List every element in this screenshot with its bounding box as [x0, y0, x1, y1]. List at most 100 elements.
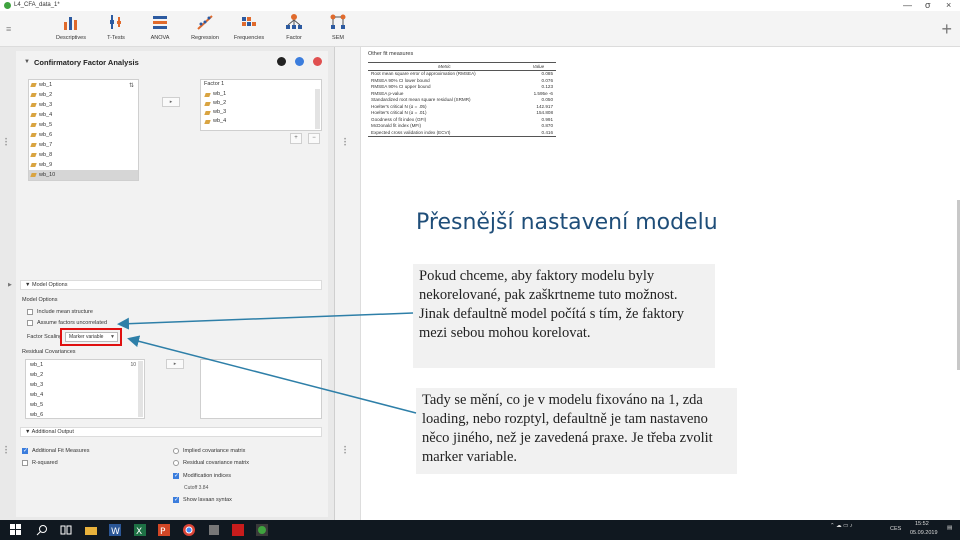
list-item[interactable]: wb_1	[26, 360, 144, 370]
list-item[interactable]: wb_5	[26, 400, 144, 410]
scale-variable-icon	[30, 153, 37, 157]
maximize-button[interactable]: σ	[925, 0, 931, 11]
modification-indices-checkbox[interactable]	[173, 472, 179, 479]
ribbon-regression[interactable]: Regression	[180, 13, 230, 41]
excel-icon[interactable]: X	[134, 524, 146, 536]
implied-cov-label: Implied covariance matrix	[183, 448, 246, 454]
jasp-taskbar-icon[interactable]	[256, 524, 268, 536]
scale-variable-icon	[30, 143, 37, 147]
ribbon-label: Frequencies	[233, 35, 265, 41]
panel-splitter[interactable]: • • • • • •	[335, 47, 361, 520]
additional-fit-checkbox[interactable]	[22, 447, 28, 454]
variable-label: wb_2	[39, 92, 53, 98]
section-title: Model Options	[31, 282, 68, 288]
ribbon-sem[interactable]: SEM	[313, 13, 363, 41]
list-item[interactable]: wb_6	[29, 130, 138, 140]
residual-variables-list[interactable]: wb_1 wb_2 wb_3 wb_4 wb_5 wb_6 10	[25, 359, 145, 419]
ribbon-anova[interactable]: ANOVA	[135, 13, 185, 41]
cutoff-field[interactable]: Cutoff 3.84	[184, 483, 244, 493]
ribbon-descriptives[interactable]: Descriptives	[46, 13, 96, 41]
implied-cov-checkbox[interactable]	[173, 448, 179, 454]
tray-icons[interactable]: ⌃ ☁ ▭ ♪	[830, 523, 853, 529]
clock-date[interactable]: 05.09.2019	[910, 530, 938, 536]
list-item[interactable]: wb_1	[29, 80, 138, 90]
variable-label: wb_4	[39, 112, 53, 118]
scrollbar[interactable]	[138, 361, 143, 417]
ribbon-factor[interactable]: Factor	[269, 13, 319, 41]
variable-label: wb_5	[39, 122, 53, 128]
residual-covariances-box[interactable]	[200, 359, 322, 419]
show-lavaan-label: Show lavaan syntax	[183, 497, 232, 503]
grip-icon[interactable]: • • •	[5, 137, 10, 149]
list-item[interactable]: wb_4	[26, 390, 144, 400]
r-squared-checkbox[interactable]	[22, 460, 28, 466]
show-lavaan-checkbox[interactable]	[173, 496, 179, 503]
variables-list[interactable]: ⇅ wb_1 wb_2 wb_3 wb_4 wb_5 wb_6 wb_7 wb_…	[28, 79, 139, 181]
scale-variable-icon	[30, 163, 37, 167]
modification-indices-label: Modification indices	[183, 473, 231, 479]
list-item[interactable]: wb_3	[203, 108, 313, 117]
table-row: Expected cross validation index (ECVI) 0.…	[368, 129, 556, 137]
list-item[interactable]: wb_5	[29, 120, 138, 130]
residual-cov-checkbox[interactable]	[173, 460, 179, 466]
variable-label: wb_9	[39, 162, 53, 168]
list-item[interactable]: wb_2	[26, 370, 144, 380]
variable-label: wb_1	[39, 82, 53, 88]
chrome-icon[interactable]	[183, 524, 195, 536]
additional-output-header[interactable]: ▼ Additional Output	[20, 427, 322, 437]
list-item[interactable]: wb_1	[203, 90, 313, 99]
factor-1-box[interactable]: Factor 1 wb_1 wb_2 wb_3 wb_4	[200, 79, 322, 131]
remove-factor-button[interactable]: −	[308, 133, 320, 144]
search-icon[interactable]	[36, 524, 48, 536]
model-options-header[interactable]: ▼ Model Options	[20, 280, 322, 290]
add-module-button[interactable]: +	[941, 19, 952, 40]
word-icon[interactable]: W	[109, 524, 121, 536]
add-factor-button[interactable]: +	[290, 133, 302, 144]
factor-name[interactable]: Factor 1	[204, 81, 224, 87]
ribbon-t-tests[interactable]: T-Tests	[91, 13, 141, 41]
close-window-button[interactable]: ×	[946, 0, 951, 11]
ribbon-label: T-Tests	[107, 35, 125, 41]
list-item[interactable]: wb_3	[26, 380, 144, 390]
list-item[interactable]: wb_9	[29, 160, 138, 170]
menu-icon[interactable]: ≡	[6, 24, 11, 34]
close-analysis-icon[interactable]	[313, 57, 322, 66]
list-item[interactable]: wb_3	[29, 100, 138, 110]
list-item[interactable]: wb_2	[29, 90, 138, 100]
list-item[interactable]: wb_4	[29, 110, 138, 120]
powerpoint-icon[interactable]: P	[158, 524, 170, 536]
minimize-button[interactable]: —	[903, 0, 912, 11]
ribbon-frequencies[interactable]: Frequencies	[224, 13, 274, 41]
acrobat-icon[interactable]	[232, 524, 244, 536]
frequencies-icon	[242, 17, 256, 26]
variable-label: wb_6	[39, 132, 53, 138]
grip-icon[interactable]: • • •	[5, 445, 10, 457]
assume-uncorrelated-checkbox[interactable]	[27, 320, 33, 326]
list-item[interactable]: wb_4	[203, 117, 313, 126]
expand-chevron-icon[interactable]: ▶	[8, 282, 12, 288]
additional-fit-label: Additional Fit Measures	[32, 448, 90, 454]
list-item-selected[interactable]: wb_10	[29, 170, 138, 180]
include-mean-checkbox[interactable]	[27, 309, 33, 315]
edit-title-icon[interactable]	[277, 57, 286, 66]
list-item[interactable]: wb_7	[29, 140, 138, 150]
info-icon[interactable]	[295, 57, 304, 66]
assign-arrow-button[interactable]: ▸	[162, 97, 180, 107]
app-icon[interactable]	[208, 524, 220, 536]
scale-variable-icon	[30, 123, 37, 127]
file-explorer-icon[interactable]	[85, 524, 97, 536]
collapse-chevron-icon[interactable]: ▼	[24, 59, 30, 65]
windows-start-icon[interactable]	[10, 524, 22, 536]
list-item[interactable]: wb_6	[26, 410, 144, 420]
task-view-icon[interactable]	[60, 524, 72, 536]
variable-label: wb_4	[213, 118, 227, 124]
list-item[interactable]: wb_2	[203, 99, 313, 108]
list-item[interactable]: wb_8	[29, 150, 138, 160]
assign-residual-arrow-button[interactable]: ▸	[166, 359, 184, 369]
residual-cov-label: Residual covariance matrix	[183, 460, 250, 466]
clock-time[interactable]: 15:52	[915, 521, 929, 527]
language-indicator[interactable]: CES	[890, 526, 901, 532]
scale-variable-icon	[204, 120, 211, 124]
scrollbar[interactable]	[315, 89, 320, 129]
notifications-icon[interactable]: ▤	[947, 525, 952, 531]
